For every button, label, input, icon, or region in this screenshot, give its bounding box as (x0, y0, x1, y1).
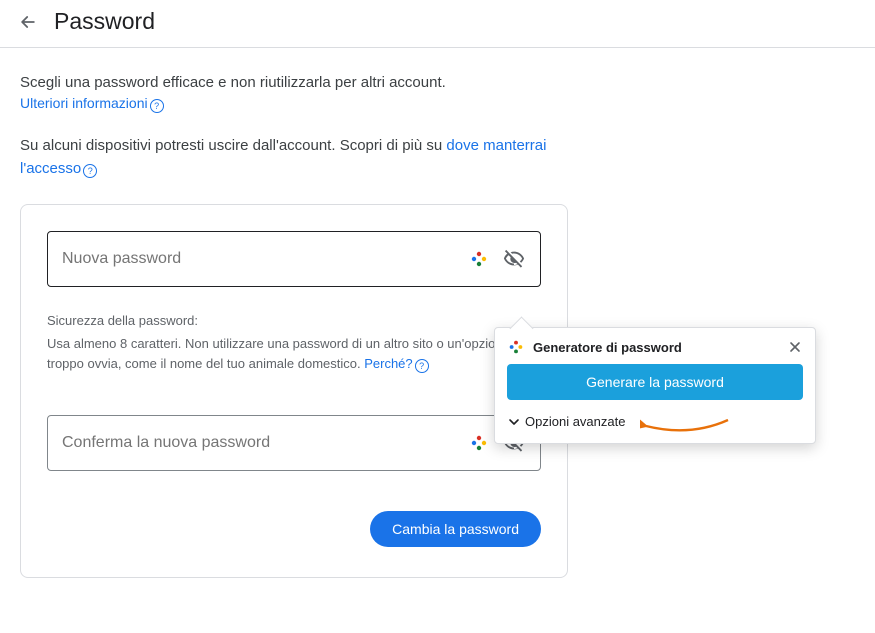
popup-close-button[interactable] (787, 339, 803, 355)
password-card: Sicurezza della password: Usa almeno 8 c… (20, 204, 568, 578)
why-label: Perché? (364, 356, 412, 371)
password-strength-desc: Usa almeno 8 caratteri. Non utilizzare u… (47, 334, 541, 373)
help-icon: ? (150, 99, 164, 113)
confirm-password-input[interactable] (62, 434, 470, 452)
learn-more-link[interactable]: Ulteriori informazioni? (20, 95, 164, 111)
password-generator-popup: Generatore di password Generare la passw… (494, 327, 816, 444)
new-password-field[interactable] (47, 231, 541, 287)
new-password-input[interactable] (62, 250, 470, 268)
close-icon (789, 341, 801, 353)
back-button[interactable] (16, 10, 40, 34)
password-manager-icon[interactable] (470, 250, 488, 268)
eye-off-icon (503, 248, 525, 270)
password-manager-icon[interactable] (470, 434, 488, 452)
strength-desc-text: Usa almeno 8 caratteri. Non utilizzare u… (47, 336, 510, 371)
chevron-down-icon (507, 415, 521, 429)
advanced-options-label: Opzioni avanzate (525, 414, 625, 429)
learn-more-label: Ulteriori informazioni (20, 95, 148, 111)
help-icon: ? (415, 359, 429, 373)
help-icon: ? (83, 164, 97, 178)
password-strength-label: Sicurezza della password: (47, 313, 541, 328)
logout-warning-text: Su alcuni dispositivi potresti uscire da… (20, 137, 446, 154)
arrow-left-icon (18, 12, 38, 32)
change-password-button[interactable]: Cambia la password (370, 511, 541, 547)
generate-password-button[interactable]: Generare la password (507, 364, 803, 400)
popup-title: Generatore di password (533, 340, 682, 355)
toggle-visibility-button[interactable] (502, 247, 526, 271)
advanced-options-toggle[interactable]: Opzioni avanzate (507, 414, 803, 429)
confirm-password-field[interactable] (47, 415, 541, 471)
logout-warning: Su alcuni dispositivi potresti uscire da… (20, 135, 580, 180)
page-title: Password (54, 8, 155, 35)
why-link[interactable]: Perché?? (364, 356, 428, 371)
intro-text: Scegli una password efficace e non riuti… (20, 72, 580, 95)
password-manager-icon (507, 338, 525, 356)
